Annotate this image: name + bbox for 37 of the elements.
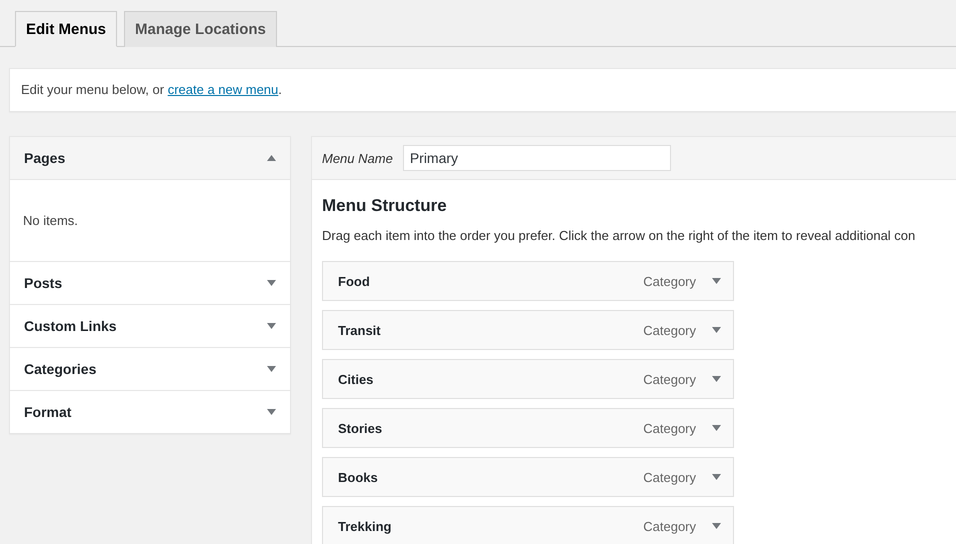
expand-arrow-icon — [267, 366, 276, 372]
tab[interactable]: Edit Menus — [15, 11, 118, 47]
menu-item[interactable]: Transit Category — [322, 310, 734, 350]
menu-item[interactable]: Books Category — [322, 457, 734, 497]
menu-item[interactable]: Trekking Category — [322, 506, 734, 544]
menu-item[interactable]: Cities Category — [322, 359, 734, 399]
expand-arrow-icon[interactable] — [712, 474, 721, 480]
accordion-header[interactable]: Pages — [10, 137, 290, 180]
expand-arrow-icon[interactable] — [712, 278, 721, 284]
item-type-label: Category — [643, 274, 696, 288]
expand-arrow-icon — [267, 323, 276, 329]
tab[interactable]: Manage Locations — [124, 11, 277, 47]
menu-name-label: Menu Name — [322, 150, 393, 166]
menu-item[interactable]: Food Category — [322, 261, 734, 301]
create-menu-link[interactable]: create a new menu — [168, 82, 278, 97]
section-heading: Menu Structure — [322, 196, 448, 216]
item-type-label: Category — [643, 420, 696, 436]
menu-item[interactable]: Stories Category — [322, 408, 734, 448]
expand-arrow-icon — [267, 280, 276, 286]
accordion-header[interactable]: Categories — [10, 348, 290, 390]
item-type-label: Category — [643, 470, 696, 484]
collapse-arrow-icon — [267, 155, 276, 161]
accordion-header[interactable]: Custom Links — [10, 305, 290, 347]
empty-message: No items. — [23, 213, 78, 228]
accordion-header[interactable]: Format — [10, 391, 290, 433]
expand-arrow-icon[interactable] — [712, 376, 721, 382]
menu-name-field[interactable]: Primary — [402, 145, 671, 171]
accordion-header[interactable]: Posts — [10, 262, 290, 304]
notice-text: Edit your menu below, or create a new menu. — [21, 82, 282, 97]
expand-arrow-icon[interactable] — [712, 523, 721, 529]
expand-arrow-icon[interactable] — [712, 425, 721, 431]
item-type-label: Category — [643, 372, 696, 386]
expand-arrow-icon[interactable] — [712, 327, 721, 333]
item-type-label: Category — [643, 322, 696, 338]
instructions-text: Drag each item into the order you prefer. Click the arrow on the right of the item to reveal additional con — [322, 228, 916, 243]
expand-arrow-icon — [267, 409, 276, 415]
item-type-label: Category — [643, 518, 696, 534]
